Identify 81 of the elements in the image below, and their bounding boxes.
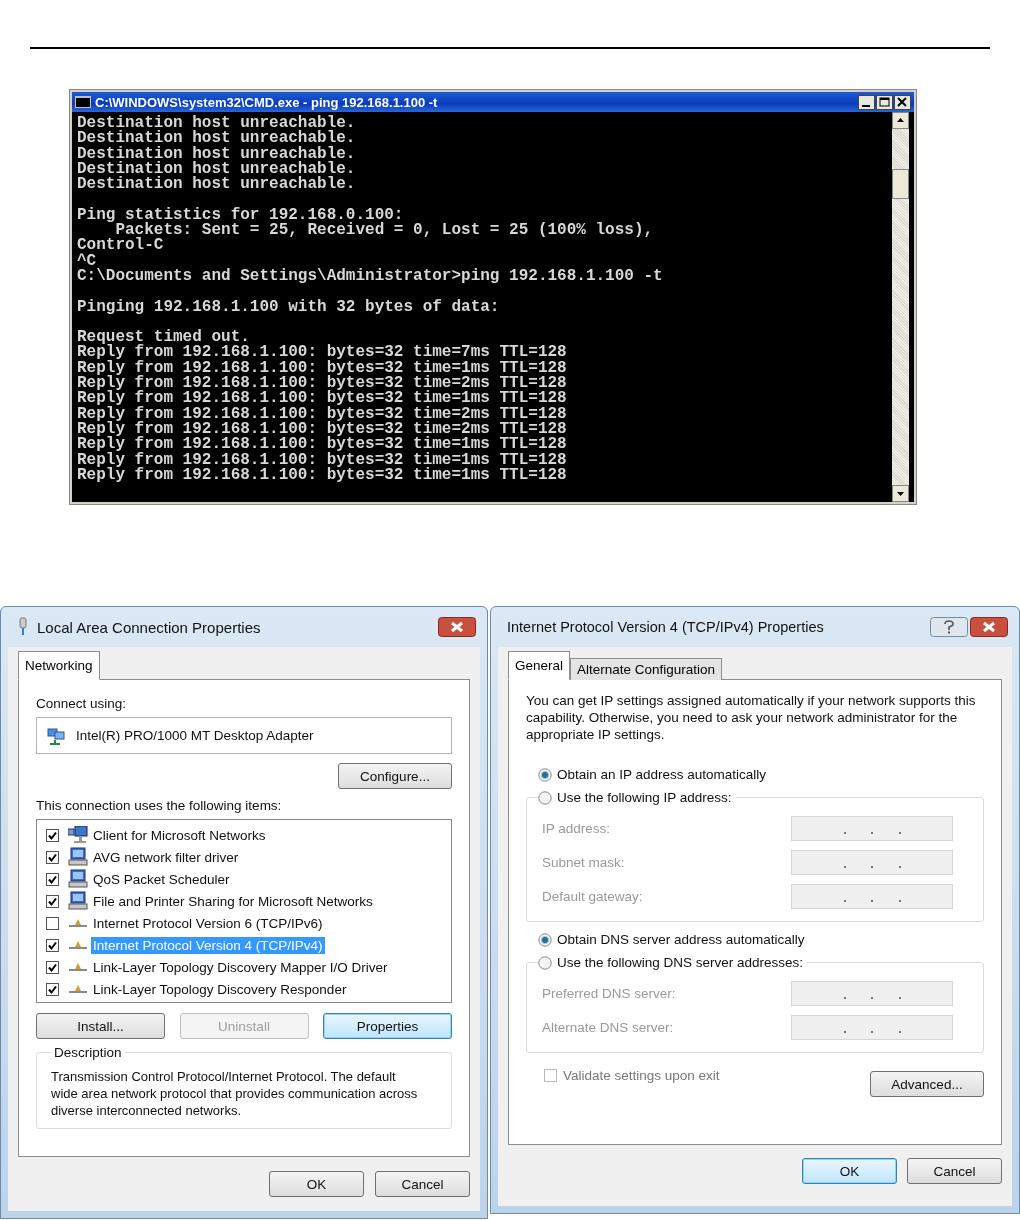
button[interactable]: Advanced...	[870, 1071, 984, 1097]
ip-address-field[interactable]	[791, 1014, 953, 1040]
field-label: Preferred DNS server:	[542, 985, 676, 1001]
computer-icon	[68, 891, 88, 911]
network-computers-icon	[68, 826, 88, 844]
ip-address-field[interactable]	[791, 849, 953, 875]
plug-icon	[17, 617, 29, 637]
scrollbar[interactable]	[892, 112, 909, 502]
console-line: Reply from 192.168.1.100: bytes=32 time=1ms TTL=128	[77, 452, 567, 468]
list-item[interactable]: Internet Protocol Version 6 (TCP/IPv6)	[91, 914, 325, 932]
label: This connection uses the following items:	[36, 798, 283, 813]
console-line: Reply from 192.168.1.100: bytes=32 time=7ms TTL=128	[77, 345, 567, 361]
radio-button[interactable]	[538, 955, 552, 970]
close-icon	[894, 94, 911, 110]
window-title: Internet Protocol Version 4 (TCP/IPv4) Properties	[507, 619, 824, 635]
button[interactable]: OK	[802, 1158, 897, 1184]
computer-icon	[68, 869, 88, 889]
console-line: Destination host unreachable.	[77, 177, 356, 193]
list-item[interactable]: AVG network filter driver	[91, 848, 241, 866]
radio-label[interactable]: Use the following IP address:	[557, 790, 732, 805]
console-icon	[75, 96, 91, 108]
computer-icon	[68, 847, 88, 867]
ip-address-field[interactable]	[791, 980, 953, 1006]
close-icon	[970, 617, 1008, 637]
window-title: C:\WINDOWS\system32\CMD.exe - ping 192.168.1.100 -t	[95, 94, 438, 110]
console-line: Reply from 192.168.1.100: bytes=32 time=1ms TTL=128	[77, 467, 567, 484]
list-item[interactable]: Client for Microsoft Networks	[91, 826, 268, 844]
button[interactable]: Install...	[36, 1013, 165, 1039]
tab[interactable]: General	[508, 651, 571, 680]
network-adapter-icon	[46, 725, 66, 746]
window-title: Local Area Connection Properties	[37, 618, 261, 636]
tab[interactable]: Alternate Configuration	[570, 658, 723, 680]
field-label: IP address:	[542, 820, 611, 836]
console-line: Control-C	[77, 238, 164, 254]
list-item[interactable]: Link-Layer Topology Discovery Mapper I/O Driver	[91, 958, 390, 976]
radio-button[interactable]	[538, 932, 552, 947]
checkbox[interactable]	[46, 850, 59, 864]
help-icon	[930, 617, 968, 637]
checkbox[interactable]	[46, 894, 59, 908]
button[interactable]: Cancel	[375, 1171, 470, 1197]
list-item[interactable]: QoS Packet Scheduler	[91, 870, 232, 888]
checkbox[interactable]	[46, 960, 59, 974]
adapter-name: Intel(R) PRO/1000 MT Desktop Adapter	[76, 728, 314, 743]
close-icon	[438, 617, 476, 637]
checkbox[interactable]	[46, 872, 59, 886]
list-item[interactable]: Link-Layer Topology Discovery Responder	[91, 980, 349, 998]
list-item[interactable]: File and Printer Sharing for Microsoft Networks	[91, 892, 375, 910]
checkbox[interactable]	[46, 916, 59, 930]
field-label: Subnet mask:	[542, 854, 625, 870]
console-line: Destination host unreachable.	[77, 131, 356, 147]
button[interactable]: Properties	[323, 1013, 452, 1039]
group-title: Description	[53, 1045, 123, 1060]
button[interactable]: Cancel	[907, 1158, 1002, 1184]
checkbox[interactable]	[46, 938, 59, 952]
console-line: C:\Documents and Settings\Administrator>ping 192.168.1.100 -t	[77, 268, 663, 285]
button[interactable]: OK	[269, 1171, 364, 1197]
field-label: Default gateway:	[542, 888, 643, 904]
maximize-icon	[876, 94, 893, 110]
ip-address-field[interactable]	[791, 883, 953, 909]
console-line: Reply from 192.168.1.100: bytes=32 time=2ms TTL=128	[77, 406, 567, 422]
intro-text: You can get IP settings assigned automatically if your network supports this capability. Otherwise, you need to ask your network administrator for the appropriate IP settings.	[526, 692, 977, 743]
console-line: Destination host unreachable.	[77, 146, 356, 162]
console-line: Pinging 192.168.1.100 with 32 bytes of data:	[77, 299, 500, 315]
radio-label[interactable]: Obtain an IP address automatically	[557, 767, 767, 782]
checkbox[interactable]	[46, 982, 59, 996]
label: Connect using:	[36, 696, 128, 711]
button[interactable]: Configure...	[338, 763, 452, 789]
scroll-thumb[interactable]	[892, 169, 909, 199]
checkbox[interactable]	[46, 828, 59, 842]
radio-label[interactable]: Obtain DNS server address automatically	[557, 932, 805, 947]
radio-label[interactable]: Use the following DNS server addresses:	[557, 955, 804, 970]
minimize-icon	[858, 94, 875, 110]
ip-address-field[interactable]	[791, 815, 953, 841]
radio-button[interactable]	[538, 790, 552, 805]
field-label: Alternate DNS server:	[542, 1019, 674, 1035]
description-text: Transmission Control Protocol/Internet Protocol. The default wide area network protocol that provides communication across diverse interconnected networks.	[51, 1068, 419, 1119]
console-line: ^C	[77, 253, 97, 269]
console-line: Reply from 192.168.1.100: bytes=32 time=1ms TTL=128	[77, 391, 567, 407]
console-line: Reply from 192.168.1.100: bytes=32 time=1ms TTL=128	[77, 437, 567, 453]
radio-button[interactable]	[538, 767, 552, 782]
tab[interactable]: Networking	[18, 651, 100, 680]
